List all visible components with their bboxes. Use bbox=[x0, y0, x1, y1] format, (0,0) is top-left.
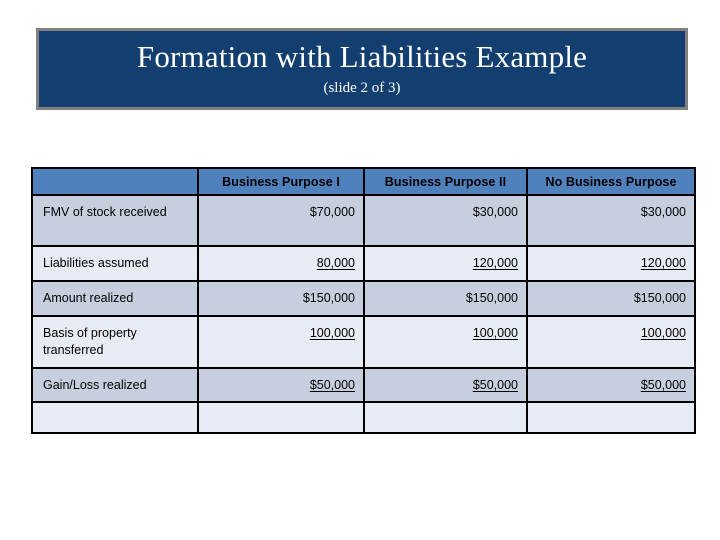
cell-fmv-business-purpose-i: $70,000 bbox=[197, 194, 365, 247]
table-body: FMV of stock received $70,000 $30,000 $3… bbox=[31, 194, 696, 435]
value-text: $50,000 bbox=[309, 377, 355, 392]
table-header-business-purpose-i: Business Purpose I bbox=[197, 167, 365, 196]
cell-fmv-no-business-purpose: $30,000 bbox=[526, 194, 696, 247]
cell-empty-business-purpose-i bbox=[197, 401, 365, 435]
table-header-business-purpose-ii: Business Purpose II bbox=[363, 167, 528, 196]
cell-basis-business-purpose-ii: 100,000 bbox=[363, 314, 528, 369]
row-label-amount-realized: Amount realized bbox=[31, 279, 199, 317]
table-header-no-business-purpose: No Business Purpose bbox=[526, 167, 696, 196]
table-row bbox=[31, 401, 696, 435]
table-header-row: Business Purpose I Business Purpose II N… bbox=[31, 167, 696, 196]
value-text: $50,000 bbox=[472, 377, 518, 392]
table-row: FMV of stock received $70,000 $30,000 $3… bbox=[31, 194, 696, 247]
cell-basis-business-purpose-i: 100,000 bbox=[197, 314, 365, 369]
table-row: Amount realized $150,000 $150,000 $150,0… bbox=[31, 279, 696, 317]
cell-gain-loss-business-purpose-ii: $50,000 bbox=[363, 366, 528, 404]
slide-title-banner: Formation with Liabilities Example (slid… bbox=[36, 28, 688, 110]
cell-amount-realized-no-business-purpose: $150,000 bbox=[526, 279, 696, 317]
cell-liabilities-business-purpose-ii: 120,000 bbox=[363, 245, 528, 282]
value-text: $50,000 bbox=[640, 377, 686, 392]
cell-liabilities-no-business-purpose: 120,000 bbox=[526, 245, 696, 282]
value-text: 100,000 bbox=[472, 325, 518, 340]
cell-amount-realized-business-purpose-ii: $150,000 bbox=[363, 279, 528, 317]
row-label-liabilities-assumed: Liabilities assumed bbox=[31, 245, 199, 282]
cell-fmv-business-purpose-ii: $30,000 bbox=[363, 194, 528, 247]
cell-liabilities-business-purpose-i: 80,000 bbox=[197, 245, 365, 282]
cell-gain-loss-business-purpose-i: $50,000 bbox=[197, 366, 365, 404]
slide-subtitle: (slide 2 of 3) bbox=[323, 80, 401, 97]
cell-amount-realized-business-purpose-i: $150,000 bbox=[197, 279, 365, 317]
cell-basis-no-business-purpose: 100,000 bbox=[526, 314, 696, 369]
row-label-fmv-of-stock-received: FMV of stock received bbox=[31, 194, 199, 247]
row-label-basis-of-property-transferred: Basis of property transferred bbox=[31, 314, 199, 369]
table-row: Gain/Loss realized $50,000 $50,000 $50,0… bbox=[31, 366, 696, 404]
table-header: Business Purpose I Business Purpose II N… bbox=[31, 167, 696, 196]
table-row: Liabilities assumed 80,000 120,000 120,0… bbox=[31, 245, 696, 282]
value-text: 80,000 bbox=[316, 256, 355, 270]
cell-gain-loss-no-business-purpose: $50,000 bbox=[526, 366, 696, 404]
cell-empty-no-business-purpose bbox=[526, 401, 696, 435]
row-label-empty bbox=[31, 401, 199, 435]
table-row: Basis of property transferred 100,000 10… bbox=[31, 314, 696, 369]
cell-empty-business-purpose-ii bbox=[363, 401, 528, 435]
value-text: 120,000 bbox=[640, 256, 686, 270]
value-text: 100,000 bbox=[309, 325, 355, 340]
page-title: Formation with Liabilities Example bbox=[136, 38, 588, 74]
value-text: 100,000 bbox=[640, 325, 686, 340]
table-header-corner bbox=[31, 167, 199, 196]
liabilities-example-table: Business Purpose I Business Purpose II N… bbox=[31, 167, 696, 435]
row-label-gain-loss-realized: Gain/Loss realized bbox=[31, 366, 199, 404]
value-text: 120,000 bbox=[472, 256, 518, 270]
